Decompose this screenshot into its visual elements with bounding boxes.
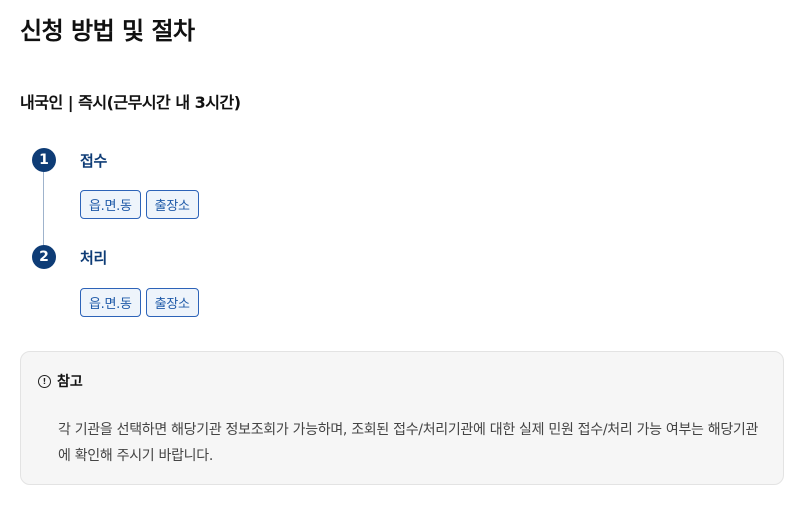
timeline-connector — [43, 170, 44, 248]
note-header: ! 참고 — [38, 371, 83, 391]
section-subtitle: 내국인 | 즉시(근무시간 내 3시간) — [20, 93, 241, 112]
note-title: 참고 — [57, 374, 83, 390]
step-2-options: 읍.면.동 출장소 — [80, 288, 199, 317]
info-icon: ! — [38, 374, 51, 388]
note-text: 각 기관을 선택하면 해당기관 정보조회가 가능하며, 조회된 접수/처리기관에… — [58, 422, 759, 464]
procedure-section: 신청 방법 및 절차 내국인 | 즉시(근무시간 내 3시간) 1 접수 읍.면… — [0, 0, 804, 506]
note-box: ! 참고 각 기관을 선택하면 해당기관 정보조회가 가능하며, 조회된 접수/… — [20, 351, 784, 485]
option-branch-office[interactable]: 출장소 — [145, 190, 199, 219]
step-1-options: 읍.면.동 출장소 — [80, 190, 199, 219]
step-title-processing: 처리 — [80, 249, 108, 267]
section-title: 신청 방법 및 절차 — [20, 17, 195, 45]
step-number-2: 2 — [32, 245, 56, 269]
step-title-reception: 접수 — [80, 152, 108, 170]
option-branch-office[interactable]: 출장소 — [145, 288, 199, 317]
option-eup-myeon-dong[interactable]: 읍.면.동 — [80, 190, 141, 219]
step-number-1: 1 — [32, 148, 56, 172]
option-eup-myeon-dong[interactable]: 읍.면.동 — [80, 288, 141, 317]
